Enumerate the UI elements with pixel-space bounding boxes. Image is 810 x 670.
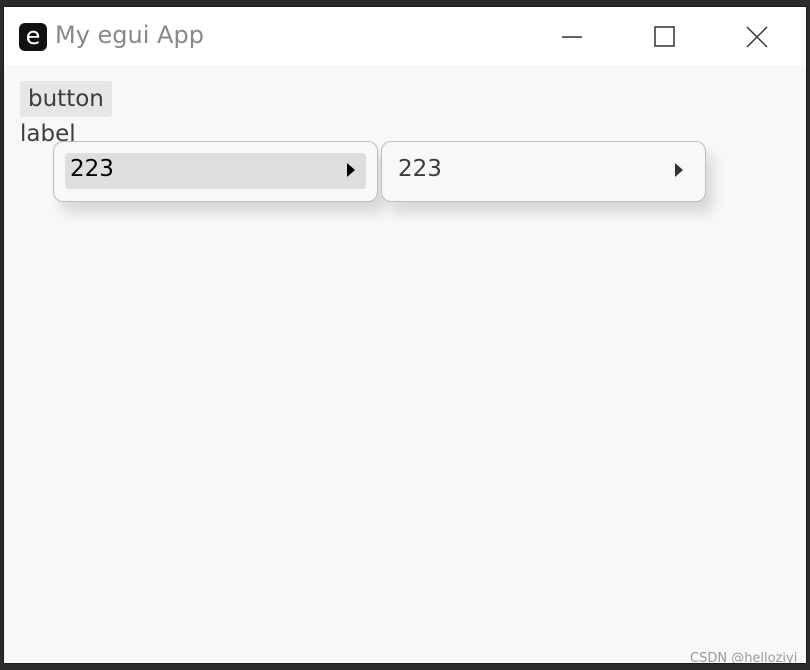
- submenu-arrow-icon: [347, 163, 355, 177]
- close-button[interactable]: [737, 17, 777, 57]
- maximize-button[interactable]: [644, 17, 684, 57]
- main-button[interactable]: button: [20, 81, 112, 117]
- window-title: My egui App: [55, 21, 204, 49]
- watermark: CSDN @helloziyi: [690, 651, 798, 664]
- app-window: e My egui App button label 223 223 CSDN …: [3, 6, 807, 664]
- menu-item-label: 223: [70, 156, 114, 182]
- maximize-icon: [654, 26, 675, 47]
- submenu-item-223[interactable]: 223: [393, 153, 694, 189]
- context-submenu: 223: [381, 141, 706, 202]
- app-logo-icon: e: [19, 23, 47, 51]
- app-logo-letter: e: [25, 22, 41, 50]
- menu-item-223[interactable]: 223: [65, 153, 366, 189]
- minimize-icon: [562, 36, 582, 38]
- minimize-button[interactable]: [552, 17, 592, 57]
- close-icon: [746, 26, 768, 48]
- context-menu-primary: 223: [53, 141, 378, 202]
- submenu-item-label: 223: [398, 156, 442, 182]
- title-bar[interactable]: e My egui App: [4, 7, 806, 65]
- submenu-arrow-icon: [675, 163, 683, 177]
